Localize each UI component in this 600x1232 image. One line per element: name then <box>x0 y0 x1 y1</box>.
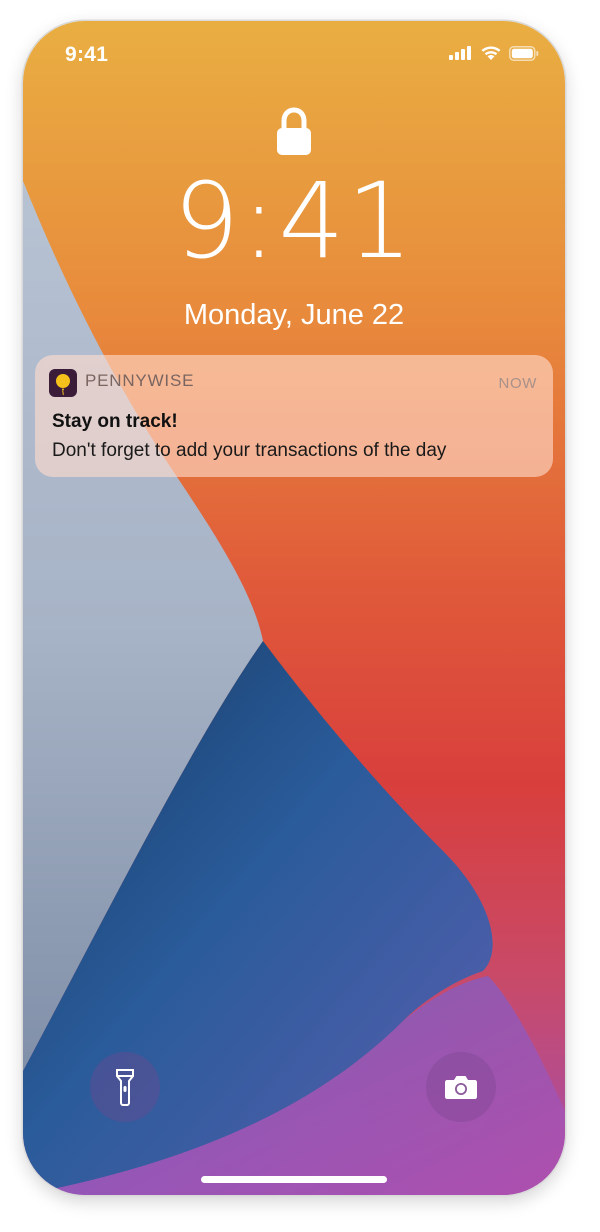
lock-screen-time: 9:41 <box>173 160 415 282</box>
notification-banner[interactable]: PENNYWISE NOW Stay on track! Don't forge… <box>35 355 553 477</box>
status-bar: 9:41 <box>23 21 565 89</box>
cellular-signal-icon <box>449 46 471 60</box>
flashlight-icon <box>116 1069 134 1106</box>
battery-icon <box>509 45 539 61</box>
lock-icon <box>277 107 311 155</box>
home-indicator[interactable] <box>201 1176 387 1183</box>
notification-body: Don't forget to add your transactions of… <box>52 440 447 461</box>
app-icon <box>49 369 77 397</box>
balloon-icon <box>56 374 70 396</box>
notification-title: Stay on track! <box>52 411 178 432</box>
status-icons <box>449 45 539 61</box>
camera-button[interactable] <box>426 1052 496 1122</box>
lock-screen-date: Monday, June 22 <box>183 299 405 331</box>
status-time: 9:41 <box>65 43 109 66</box>
camera-icon <box>445 1076 477 1099</box>
notification-timestamp: NOW <box>498 375 537 392</box>
phone-screen: 9:41 9:41 Monday, June 22 PENNYWISE NOW … <box>23 21 565 1195</box>
wifi-icon <box>481 46 501 60</box>
notification-app-name: PENNYWISE <box>85 371 195 390</box>
flashlight-button[interactable] <box>90 1052 160 1122</box>
